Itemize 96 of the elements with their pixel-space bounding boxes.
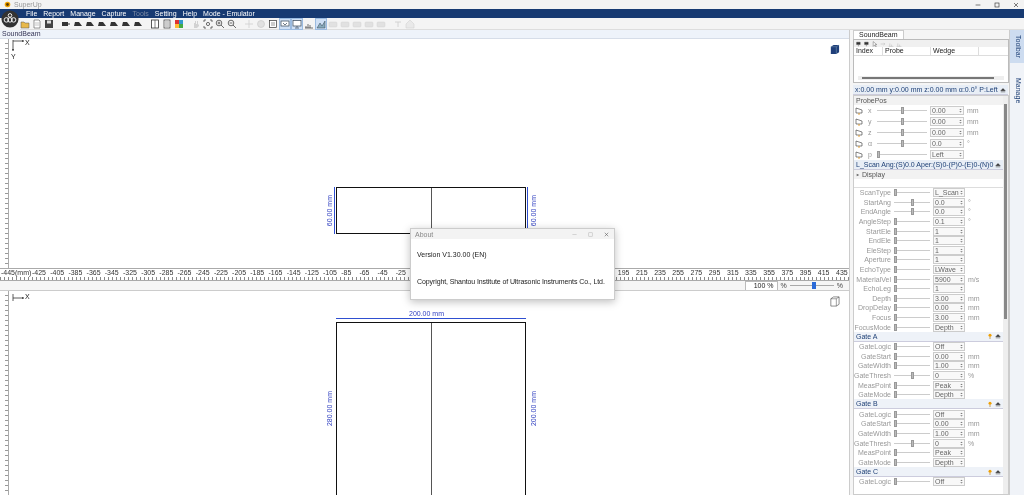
maximize-icon[interactable] xyxy=(993,0,1001,9)
slider-thumb[interactable] xyxy=(894,189,897,197)
fit-icon[interactable] xyxy=(203,18,213,29)
spinner-icon[interactable] xyxy=(960,459,963,465)
slider-thumb[interactable] xyxy=(894,420,897,428)
slider-thumb[interactable] xyxy=(894,381,897,389)
slider-thumb[interactable] xyxy=(894,266,897,274)
spinner-icon[interactable] xyxy=(960,315,963,320)
spinner-icon[interactable] xyxy=(960,305,963,311)
list-icon[interactable] xyxy=(162,18,172,29)
cube-icon[interactable] xyxy=(268,18,278,29)
slider-thumb[interactable] xyxy=(900,107,904,114)
save-icon[interactable] xyxy=(44,18,54,29)
slider-thumb[interactable] xyxy=(894,275,897,283)
collapse-icon[interactable] xyxy=(995,400,1001,407)
slider-thumb[interactable] xyxy=(877,151,880,158)
spinner-icon[interactable] xyxy=(960,373,963,378)
slider-thumb[interactable] xyxy=(894,362,897,370)
close-icon[interactable] xyxy=(603,230,610,238)
cube-icon[interactable] xyxy=(829,44,840,55)
spinner-icon[interactable] xyxy=(959,141,962,146)
spinner-icon[interactable] xyxy=(960,411,963,417)
spinner-icon[interactable] xyxy=(960,430,963,436)
slider-thumb[interactable] xyxy=(894,237,897,245)
slider-thumb[interactable] xyxy=(894,285,897,293)
spinner-icon[interactable] xyxy=(960,209,963,215)
slider-thumb[interactable] xyxy=(894,343,897,351)
spinner-icon[interactable] xyxy=(960,440,963,446)
slider-thumb[interactable] xyxy=(894,429,897,437)
zoom-out-icon[interactable] xyxy=(227,18,237,29)
slider-thumb[interactable] xyxy=(894,294,897,302)
spinner-icon[interactable] xyxy=(960,324,963,330)
logo-icon xyxy=(1,10,19,28)
slider-thumb[interactable] xyxy=(894,352,897,360)
slider-thumb[interactable] xyxy=(910,208,914,216)
slider-thumb[interactable] xyxy=(900,118,904,125)
view-icon[interactable] xyxy=(280,18,290,29)
grid-icon[interactable] xyxy=(174,18,184,29)
slider-thumb[interactable] xyxy=(900,129,904,136)
spinner-icon[interactable] xyxy=(960,267,963,273)
spinner-icon[interactable] xyxy=(960,219,963,225)
zoom-in-icon[interactable] xyxy=(215,18,225,29)
spinner-icon[interactable] xyxy=(960,286,963,292)
spinner-icon[interactable] xyxy=(959,108,962,113)
slider-thumb[interactable] xyxy=(894,323,897,331)
spinner-icon[interactable] xyxy=(960,238,963,244)
slider-thumb[interactable] xyxy=(894,218,897,226)
slider-thumb[interactable] xyxy=(894,227,897,235)
spinner-icon[interactable] xyxy=(959,119,962,124)
spinner-icon[interactable] xyxy=(960,228,963,234)
spinner-icon[interactable] xyxy=(960,353,963,359)
axis-drawing xyxy=(11,293,25,302)
app-icon xyxy=(4,1,11,8)
slider-thumb[interactable] xyxy=(894,478,897,486)
spinner-icon[interactable] xyxy=(960,450,963,456)
close-icon[interactable] xyxy=(1012,0,1020,9)
slider-thumb[interactable] xyxy=(894,449,897,457)
spinner-icon[interactable] xyxy=(959,130,962,135)
monitor-icon[interactable] xyxy=(292,18,302,29)
spinner-icon[interactable] xyxy=(960,382,963,388)
spinner-icon[interactable] xyxy=(960,276,963,282)
probe-icon[interactable] xyxy=(856,40,862,47)
spinner-icon[interactable] xyxy=(960,479,963,485)
book-icon[interactable] xyxy=(150,18,160,29)
probe-icon[interactable] xyxy=(864,40,870,47)
axes-drawing xyxy=(11,39,25,53)
collapse-icon[interactable] xyxy=(1000,86,1006,93)
slider-thumb[interactable] xyxy=(894,304,897,312)
dimension-line xyxy=(334,187,335,234)
slider-thumb[interactable] xyxy=(894,256,897,264)
spinner-icon[interactable] xyxy=(960,190,963,196)
spinner-icon[interactable] xyxy=(960,295,963,301)
spinner-icon[interactable] xyxy=(960,344,963,350)
slider-thumb[interactable] xyxy=(894,458,897,466)
collapse-icon[interactable] xyxy=(995,333,1001,340)
spinner-icon[interactable] xyxy=(960,199,963,205)
spinner-icon[interactable] xyxy=(959,152,962,157)
slider-thumb[interactable] xyxy=(894,314,897,321)
spinner-icon[interactable] xyxy=(960,421,963,427)
slider-thumb[interactable] xyxy=(910,198,914,206)
spinner-icon[interactable] xyxy=(960,363,963,369)
slider-thumb[interactable] xyxy=(894,246,897,254)
slider-thumb[interactable] xyxy=(900,140,904,147)
slider-thumb[interactable] xyxy=(811,282,816,290)
spinner-icon[interactable] xyxy=(960,247,963,253)
scrollbar[interactable] xyxy=(1003,96,1008,494)
scrollbar[interactable] xyxy=(858,76,1004,80)
collapse-icon[interactable] xyxy=(995,468,1001,475)
spinner-icon[interactable] xyxy=(960,392,963,398)
slider-thumb[interactable] xyxy=(910,372,914,379)
area-icon[interactable] xyxy=(316,18,326,29)
slider-thumb[interactable] xyxy=(894,410,897,418)
slider-thumb[interactable] xyxy=(894,391,897,399)
collapse-icon[interactable] xyxy=(995,161,1002,168)
spinner-icon[interactable] xyxy=(960,257,963,263)
slider-thumb[interactable] xyxy=(910,439,914,447)
